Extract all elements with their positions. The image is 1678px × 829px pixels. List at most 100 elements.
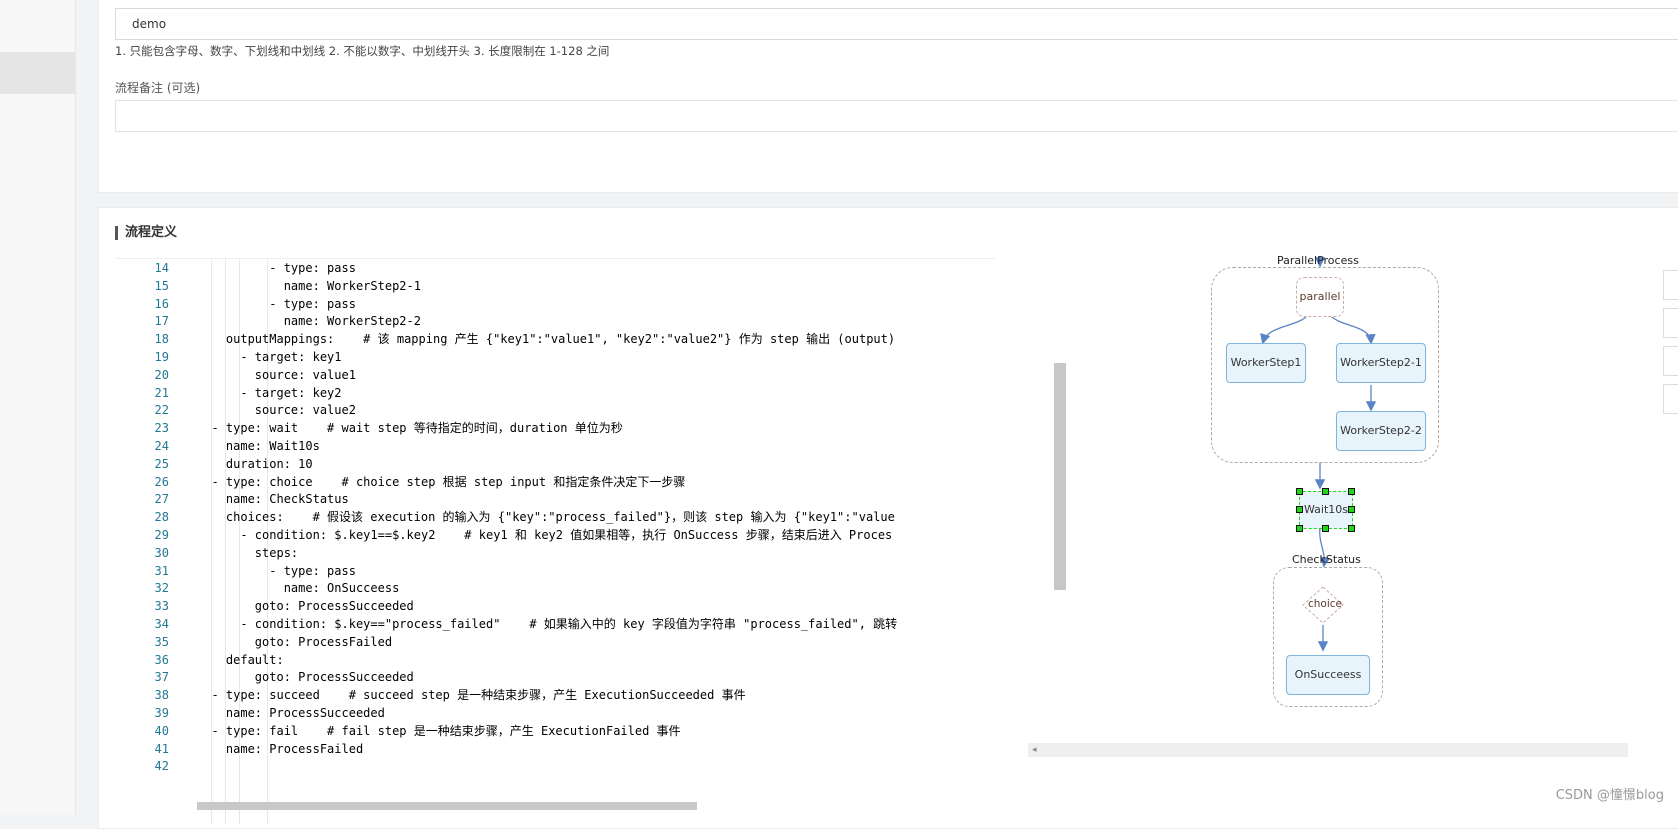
flow-name-input[interactable]: demo xyxy=(115,8,1678,40)
code-text: goto: ProcessFailed xyxy=(197,634,393,649)
code-line[interactable]: 35 goto: ProcessFailed xyxy=(115,633,995,652)
resize-handle[interactable] xyxy=(1348,488,1355,495)
line-number: 35 xyxy=(154,634,169,649)
resize-handle[interactable] xyxy=(1322,488,1329,495)
code-line[interactable]: 23 - type: wait # wait step 等待指定的时间，dura… xyxy=(115,419,995,438)
code-line[interactable]: 19 - target: key1 xyxy=(115,348,995,367)
code-line[interactable]: 27 name: CheckStatus xyxy=(115,490,995,509)
resize-handle[interactable] xyxy=(1348,525,1355,532)
code-line[interactable]: 21 - target: key2 xyxy=(115,384,995,403)
code-line[interactable]: 29 - condition: $.key1==$.key2 # key1 和 … xyxy=(115,526,995,545)
worker-step-2-2-node[interactable]: WorkerStep2-2 xyxy=(1336,411,1426,451)
wait-node[interactable]: Wait10s xyxy=(1299,491,1353,529)
code-line[interactable]: 31 - type: pass xyxy=(115,562,995,581)
resize-handle[interactable] xyxy=(1322,525,1329,532)
code-line[interactable]: 22 source: value2 xyxy=(115,401,995,420)
code-line[interactable]: 14 - type: pass xyxy=(115,259,995,278)
line-number: 40 xyxy=(154,723,169,738)
code-line[interactable]: 18 outputMappings: # 该 mapping 产生 {"key1… xyxy=(115,330,995,349)
code-line[interactable]: 30 steps: xyxy=(115,544,995,563)
line-number: 28 xyxy=(154,510,169,525)
code-line[interactable]: 24 name: Wait10s xyxy=(115,437,995,456)
flow-graph-canvas[interactable]: ParallelProcess parallel WorkerStep1 Wor… xyxy=(1028,254,1678,777)
line-number: 36 xyxy=(154,652,169,667)
code-text: name: ProcessSucceeded xyxy=(197,706,385,720)
choice-node-label: choice xyxy=(1308,598,1343,610)
worker-step-1-node[interactable]: WorkerStep1 xyxy=(1226,343,1306,383)
parallel-node[interactable]: parallel xyxy=(1296,277,1344,317)
code-text: - type: wait # wait step 等待指定的时间，duratio… xyxy=(197,421,623,436)
line-number: 21 xyxy=(154,385,169,400)
code-line[interactable]: 17 name: WorkerStep2-2 xyxy=(115,312,995,331)
code-line[interactable]: 40 - type: fail # fail step 是一种结束步骤，产生 E… xyxy=(115,722,995,741)
graph-reset-button[interactable] xyxy=(1663,384,1678,414)
code-line[interactable]: 16 - type: pass xyxy=(115,295,995,314)
code-line[interactable]: 38 - type: succeed # succeed step 是一种结束步… xyxy=(115,686,995,705)
line-number: 18 xyxy=(154,332,169,347)
code-text: name: CheckStatus xyxy=(197,492,349,507)
graph-horizontal-scrollbar[interactable]: ◂ xyxy=(1028,743,1628,757)
line-number: 25 xyxy=(154,456,169,471)
graph-zoom-in-button[interactable] xyxy=(1663,270,1678,300)
graph-fit-button[interactable] xyxy=(1663,346,1678,376)
line-number: 17 xyxy=(154,314,169,329)
resize-handle[interactable] xyxy=(1348,506,1355,513)
code-text: name: OnSucceess xyxy=(197,581,400,596)
section-title: 流程定义 xyxy=(115,226,177,240)
line-number: 27 xyxy=(154,492,169,507)
code-line[interactable]: 39 name: ProcessSucceeded xyxy=(115,704,995,723)
code-line[interactable]: 37 goto: ProcessSucceeded xyxy=(115,668,995,687)
code-line[interactable]: 41 name: ProcessFailed xyxy=(115,740,995,759)
code-text: name: ProcessFailed xyxy=(197,741,364,756)
choice-group-label: CheckStatus xyxy=(1292,553,1361,566)
sidebar-selected-item[interactable] xyxy=(0,52,75,94)
line-number: 22 xyxy=(154,403,169,418)
code-text: source: value1 xyxy=(197,367,356,382)
code-line[interactable]: 25 duration: 10 xyxy=(115,455,995,474)
line-number: 31 xyxy=(154,563,169,578)
code-line[interactable]: 34 - condition: $.key=="process_failed" … xyxy=(115,615,995,634)
code-text: - target: key1 xyxy=(197,350,342,364)
code-text: - type: pass xyxy=(197,296,356,311)
line-number: 42 xyxy=(154,759,169,774)
graph-zoom-out-button[interactable] xyxy=(1663,308,1678,338)
resize-handle[interactable] xyxy=(1296,506,1303,513)
line-number: 30 xyxy=(154,545,169,560)
line-number: 38 xyxy=(154,688,169,703)
line-number: 32 xyxy=(154,581,169,596)
code-line[interactable]: 20 source: value1 xyxy=(115,366,995,385)
line-number: 19 xyxy=(154,350,169,364)
code-text: - type: choice # choice step 根据 step inp… xyxy=(197,474,686,489)
worker-step-2-1-node[interactable]: WorkerStep2-1 xyxy=(1336,343,1426,383)
code-text: goto: ProcessSucceeded xyxy=(197,599,414,614)
editor-vertical-scrollbar[interactable] xyxy=(1054,363,1066,590)
watermark: CSDN @憧憬blog xyxy=(1555,788,1664,803)
code-text: duration: 10 xyxy=(197,456,313,471)
line-number: 26 xyxy=(154,474,169,489)
code-text: - type: pass xyxy=(197,563,356,578)
line-number: 15 xyxy=(154,278,169,293)
code-line[interactable]: 32 name: OnSucceess xyxy=(115,579,995,598)
line-number: 23 xyxy=(154,421,169,436)
code-editor[interactable]: 14 - type: pass 15 name: WorkerStep2-1 16 … xyxy=(115,258,995,824)
code-line[interactable]: 42 xyxy=(115,757,995,776)
code-line[interactable]: 33 goto: ProcessSucceeded xyxy=(115,597,995,616)
code-line[interactable]: 15 name: WorkerStep2-1 xyxy=(115,277,995,296)
code-line[interactable]: 26 - type: choice # choice step 根据 step … xyxy=(115,473,995,492)
flow-remark-label: 流程备注 (可选) xyxy=(115,81,201,95)
flow-remark-input[interactable] xyxy=(115,100,1678,132)
code-line[interactable]: 28 choices: # 假设该 execution 的输入为 {"key":… xyxy=(115,508,995,527)
code-text: steps: xyxy=(197,545,299,560)
editor-horizontal-scrollbar[interactable] xyxy=(197,802,697,810)
resize-handle[interactable] xyxy=(1296,525,1303,532)
scroll-left-arrow-icon[interactable]: ◂ xyxy=(1032,743,1037,757)
sidebar xyxy=(0,0,76,815)
line-number: 20 xyxy=(154,367,169,382)
code-text: outputMappings: # 该 mapping 产生 {"key1":"… xyxy=(197,332,896,347)
code-line[interactable]: 36 default: xyxy=(115,651,995,670)
code-text: source: value2 xyxy=(197,403,356,418)
on-success-node[interactable]: OnSucceess xyxy=(1286,655,1370,695)
line-number: 41 xyxy=(154,741,169,756)
code-text: name: WorkerStep2-1 xyxy=(197,278,421,293)
resize-handle[interactable] xyxy=(1296,488,1303,495)
